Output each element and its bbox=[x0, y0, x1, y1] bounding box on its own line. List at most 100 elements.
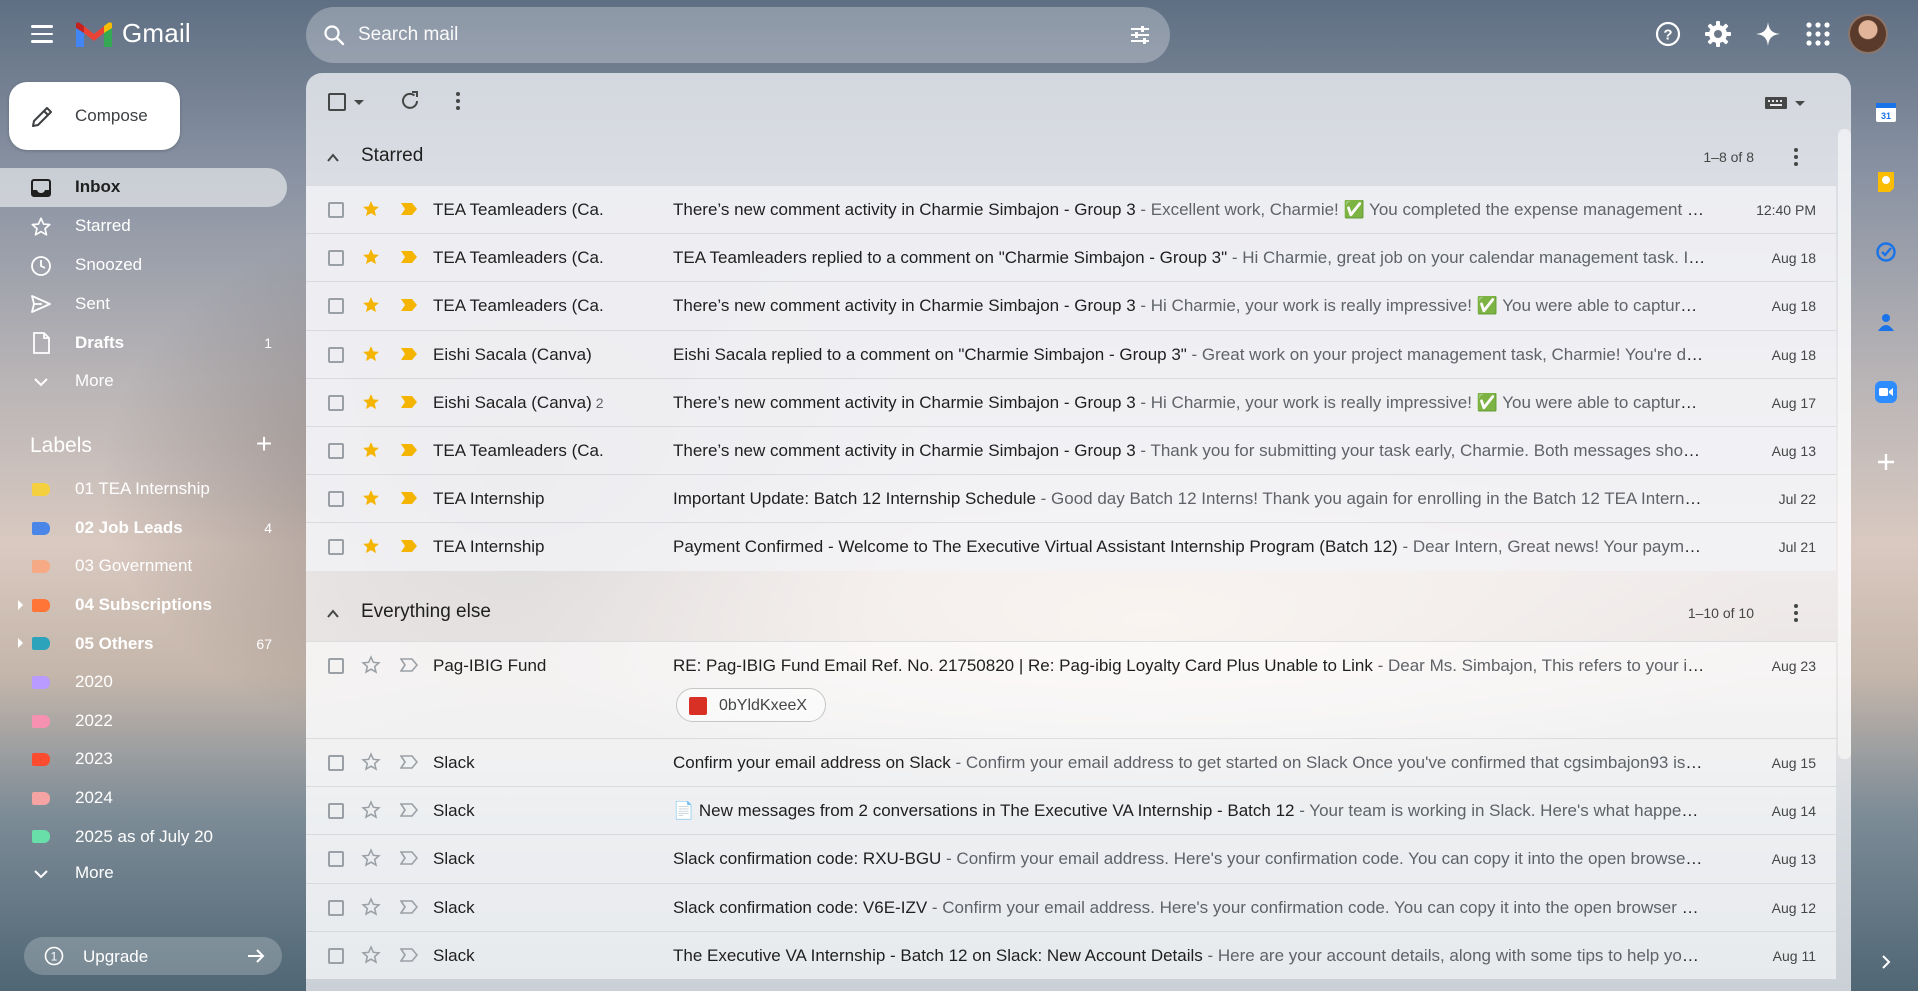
row-checkbox[interactable] bbox=[328, 442, 344, 459]
importance-marker-icon[interactable] bbox=[400, 491, 418, 505]
label-item[interactable]: 03 Government bbox=[0, 547, 288, 586]
search-icon[interactable] bbox=[322, 23, 346, 47]
gmail-logo[interactable]: Gmail bbox=[74, 18, 191, 49]
row-checkbox[interactable] bbox=[328, 202, 344, 218]
row-checkbox[interactable] bbox=[328, 539, 344, 556]
label-item[interactable]: 2023 bbox=[0, 740, 288, 779]
contacts-app-icon[interactable] bbox=[1862, 298, 1910, 346]
tasks-app-icon[interactable] bbox=[1862, 228, 1910, 276]
importance-marker-icon[interactable] bbox=[399, 803, 419, 817]
importance-marker-icon[interactable] bbox=[399, 658, 419, 672]
attachment-chip[interactable]: 0bYldKxeeX bbox=[676, 688, 826, 722]
importance-marker-icon[interactable] bbox=[399, 947, 419, 962]
mail-row[interactable]: Slack Slack confirmation code: V6E-IZV - … bbox=[306, 882, 1836, 931]
importance-marker-icon[interactable] bbox=[400, 298, 418, 312]
help-icon[interactable]: ? bbox=[1648, 12, 1688, 56]
importance-marker-icon[interactable] bbox=[400, 395, 418, 409]
row-checkbox[interactable] bbox=[328, 899, 344, 916]
row-checkbox[interactable] bbox=[328, 298, 344, 315]
more-vert-icon[interactable] bbox=[1784, 601, 1808, 625]
starred-star-icon[interactable] bbox=[361, 295, 381, 315]
chevron-right-icon[interactable] bbox=[1876, 952, 1896, 972]
mail-row[interactable]: Slack Confirm your email address on Slack… bbox=[306, 738, 1836, 787]
row-checkbox[interactable] bbox=[328, 394, 344, 411]
importance-marker-icon[interactable] bbox=[399, 851, 419, 866]
apps-grid-icon[interactable] bbox=[1798, 12, 1838, 56]
more-vert-icon[interactable] bbox=[1784, 145, 1808, 169]
label-item[interactable]: 2020 bbox=[0, 663, 288, 702]
more-vert-icon[interactable] bbox=[446, 89, 470, 113]
starred-star-icon[interactable] bbox=[361, 247, 381, 267]
row-checkbox[interactable] bbox=[328, 346, 344, 363]
starred-star-icon[interactable] bbox=[361, 199, 381, 219]
mail-row[interactable]: Slack 📄 New messages from 2 conversations… bbox=[306, 786, 1836, 835]
expand-caret-icon[interactable] bbox=[18, 599, 23, 610]
label-item[interactable]: 01 TEA Internship bbox=[0, 470, 288, 509]
importance-marker-icon[interactable] bbox=[400, 202, 418, 216]
row-checkbox[interactable] bbox=[328, 851, 344, 868]
search-options-icon[interactable] bbox=[1128, 23, 1152, 47]
mail-row[interactable]: Eishi Sacala (Canva) Eishi Sacala replied… bbox=[306, 329, 1836, 378]
starred-star-icon[interactable] bbox=[361, 392, 381, 412]
importance-marker-icon[interactable] bbox=[400, 250, 418, 264]
importance-marker-icon[interactable] bbox=[399, 899, 419, 914]
chevron-up-icon[interactable] bbox=[326, 607, 340, 621]
label-item[interactable]: 05 Others 67 bbox=[0, 624, 288, 663]
star-outline-icon[interactable] bbox=[361, 655, 381, 675]
star-outline-icon[interactable] bbox=[361, 896, 381, 917]
starred-star-icon[interactable] bbox=[361, 536, 381, 556]
row-checkbox[interactable] bbox=[328, 803, 344, 820]
expand-caret-icon[interactable] bbox=[18, 638, 23, 649]
mail-row[interactable]: TEA Internship Important Update: Batch 12… bbox=[306, 474, 1836, 523]
add-label-plus-icon[interactable]: + bbox=[252, 430, 276, 458]
calendar-app-icon[interactable]: 31 bbox=[1862, 88, 1910, 136]
keep-app-icon[interactable] bbox=[1862, 158, 1910, 206]
sidebar-item-more[interactable]: More bbox=[0, 362, 288, 401]
label-item[interactable]: 2025 as of July 20 bbox=[0, 817, 288, 856]
importance-marker-icon[interactable] bbox=[399, 755, 419, 769]
select-all-checkbox[interactable] bbox=[328, 93, 346, 111]
label-item[interactable]: 2024 bbox=[0, 779, 288, 818]
label-item[interactable]: 2022 bbox=[0, 702, 288, 741]
star-outline-icon[interactable] bbox=[361, 944, 381, 965]
settings-gear-icon[interactable] bbox=[1698, 12, 1738, 56]
row-checkbox[interactable] bbox=[328, 250, 344, 267]
input-tools-keyboard-icon[interactable] bbox=[1763, 93, 1811, 113]
starred-star-icon[interactable] bbox=[361, 488, 381, 508]
label-item[interactable]: 04 Subscriptions bbox=[0, 586, 288, 625]
account-avatar[interactable] bbox=[1848, 14, 1888, 54]
mail-row[interactable]: TEA Teamleaders (Ca. There’s new comment … bbox=[306, 425, 1836, 475]
gemini-sparkle-icon[interactable] bbox=[1748, 12, 1788, 56]
chevron-up-icon[interactable] bbox=[326, 151, 340, 165]
star-outline-icon[interactable] bbox=[361, 752, 381, 772]
sidebar-item-sent[interactable]: Sent bbox=[0, 284, 288, 323]
main-menu-button[interactable] bbox=[22, 16, 62, 52]
mail-row[interactable]: Eishi Sacala (Canva) 2 There’s new comment… bbox=[306, 377, 1836, 426]
label-item[interactable]: 02 Job Leads 4 bbox=[0, 509, 288, 548]
importance-marker-icon[interactable] bbox=[400, 443, 418, 457]
starred-star-icon[interactable] bbox=[361, 344, 381, 364]
mail-row[interactable]: Slack The Executive VA Internship - Batch… bbox=[306, 930, 1836, 979]
sidebar-item-inbox[interactable]: Inbox bbox=[0, 168, 287, 207]
row-checkbox[interactable] bbox=[328, 947, 344, 964]
importance-marker-icon[interactable] bbox=[400, 347, 418, 361]
mail-row[interactable]: Slack Slack confirmation code: RXU-BGU - … bbox=[306, 834, 1836, 883]
row-checkbox[interactable] bbox=[328, 491, 344, 508]
mail-row[interactable]: TEA Teamleaders (Ca. There’s new comment … bbox=[306, 185, 1836, 234]
star-outline-icon[interactable] bbox=[361, 800, 381, 820]
sidebar-item-snoozed[interactable]: Snoozed bbox=[0, 246, 288, 285]
zoom-app-icon[interactable] bbox=[1862, 368, 1910, 416]
add-app-icon[interactable] bbox=[1862, 438, 1910, 486]
mail-row[interactable]: TEA Internship Payment Confirmed - Welcom… bbox=[306, 522, 1836, 571]
labels-more[interactable]: More bbox=[0, 854, 288, 892]
mail-list-scrollbar[interactable] bbox=[1838, 129, 1851, 759]
mail-row[interactable]: TEA Teamleaders (Ca. There’s new comment … bbox=[306, 281, 1836, 330]
importance-marker-icon[interactable] bbox=[400, 539, 418, 553]
search-input[interactable] bbox=[358, 21, 1058, 49]
mail-row[interactable]: Pag-IBIG Fund RE: Pag-IBIG Fund Email Ref… bbox=[306, 641, 1836, 738]
section-everything-else-header[interactable]: Everything else 1–10 of 10 bbox=[306, 585, 1836, 641]
compose-button[interactable]: Compose bbox=[9, 82, 180, 150]
section-starred-header[interactable]: Starred 1–8 of 8 bbox=[306, 129, 1836, 185]
select-dropdown-caret-icon[interactable] bbox=[354, 100, 364, 105]
row-checkbox[interactable] bbox=[328, 658, 344, 674]
